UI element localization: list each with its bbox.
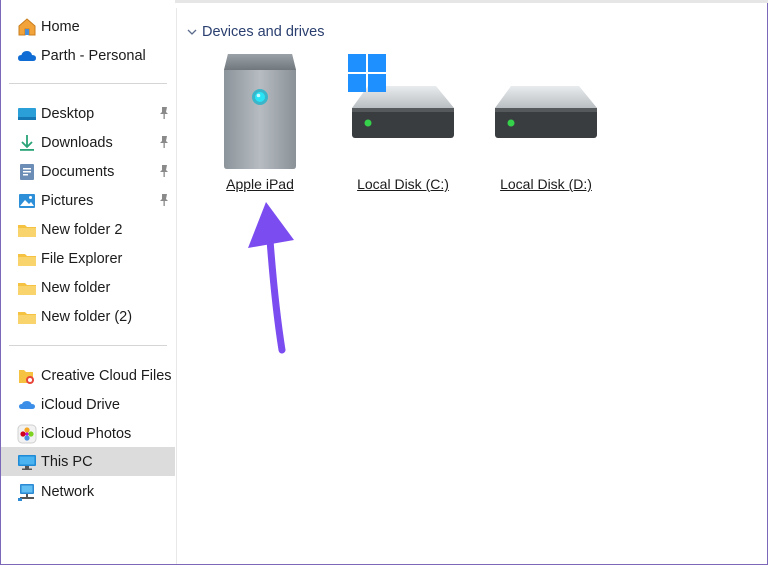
sidebar-item-label: Downloads bbox=[41, 134, 113, 151]
drive-local-disk-d[interactable]: Local Disk (D:) bbox=[481, 48, 611, 198]
title-strip bbox=[140, 0, 768, 3]
drive-apple-ipad[interactable]: Apple iPad bbox=[195, 48, 325, 198]
hard-drive-icon bbox=[495, 86, 597, 138]
sidebar-item-label: New folder 2 bbox=[41, 221, 123, 238]
sidebar-item-label: Parth - Personal bbox=[41, 47, 146, 64]
chevron-down-icon bbox=[187, 29, 197, 35]
sidebar-item-file-explorer[interactable]: File Explorer bbox=[1, 244, 175, 273]
pin-icon[interactable] bbox=[157, 193, 171, 207]
sidebar-item-icloud-photos[interactable]: iCloud Photos bbox=[1, 419, 175, 448]
sidebar-item-label: File Explorer bbox=[41, 250, 123, 267]
sidebar-item-label: iCloud Photos bbox=[41, 425, 132, 442]
home-icon bbox=[17, 17, 37, 37]
sidebar-divider bbox=[9, 83, 167, 84]
folder-icon bbox=[17, 307, 37, 327]
icloud-photos-icon bbox=[17, 424, 37, 444]
sidebar-item-new-folder-2[interactable]: New folder 2 bbox=[1, 215, 175, 244]
sidebar-item-icloud-drive[interactable]: iCloud Drive bbox=[1, 390, 175, 419]
drive-local-disk-c[interactable]: Local Disk (C:) bbox=[338, 48, 468, 198]
sidebar-item-label: Network bbox=[41, 483, 95, 500]
sidebar-item-new-folder-paren-2[interactable]: New folder (2) bbox=[1, 302, 175, 331]
sidebar-item-creative-cloud-files[interactable]: Creative Cloud Files bbox=[1, 361, 175, 390]
sidebar-item-label: iCloud Drive bbox=[41, 396, 120, 413]
pane-divider[interactable] bbox=[176, 8, 177, 564]
folder-icon bbox=[17, 220, 37, 240]
pictures-icon bbox=[17, 191, 37, 211]
sidebar-item-new-folder[interactable]: New folder bbox=[1, 273, 175, 302]
windows-logo-icon bbox=[348, 54, 386, 92]
this-pc-icon bbox=[17, 452, 37, 472]
group-header-label: Devices and drives bbox=[202, 24, 325, 40]
sidebar-item-label: Creative Cloud Files bbox=[41, 367, 172, 384]
sidebar-divider bbox=[9, 345, 167, 346]
folder-icon bbox=[17, 278, 37, 298]
folder-icon bbox=[17, 249, 37, 269]
sidebar-item-desktop[interactable]: Desktop bbox=[1, 99, 175, 128]
sidebar-item-label: This PC bbox=[41, 453, 93, 470]
pin-icon[interactable] bbox=[157, 106, 171, 120]
sidebar-item-label: Home bbox=[41, 18, 80, 35]
sidebar-item-label: Desktop bbox=[41, 105, 95, 122]
sidebar-item-label: New folder bbox=[41, 279, 111, 296]
group-header-devices[interactable]: Devices and drives bbox=[186, 24, 325, 40]
download-icon bbox=[17, 133, 37, 153]
pin-icon[interactable] bbox=[157, 135, 171, 149]
pin-icon[interactable] bbox=[157, 164, 171, 178]
sidebar-item-label: Documents bbox=[41, 163, 115, 180]
apple-ipad-device-icon bbox=[224, 54, 296, 169]
sidebar-item-home[interactable]: Home bbox=[1, 12, 175, 41]
sidebar-item-network[interactable]: Network bbox=[1, 477, 175, 506]
sidebar-item-label: New folder (2) bbox=[41, 308, 133, 325]
drive-label: Local Disk (C:) bbox=[357, 176, 449, 192]
navigation-pane: Home Parth - Personal Desktop Downloads … bbox=[1, 0, 175, 564]
annotation-arrow-icon bbox=[248, 202, 294, 354]
drive-label: Apple iPad bbox=[226, 176, 294, 192]
sidebar-item-downloads[interactable]: Downloads bbox=[1, 128, 175, 157]
windows-drive-icon bbox=[348, 54, 454, 138]
sidebar-item-this-pc[interactable]: This PC bbox=[1, 447, 175, 476]
creative-cloud-icon bbox=[17, 366, 37, 386]
sidebar-item-documents[interactable]: Documents bbox=[1, 157, 175, 186]
documents-icon bbox=[17, 162, 37, 182]
desktop-icon bbox=[17, 104, 37, 124]
sidebar-item-onedrive[interactable]: Parth - Personal bbox=[1, 41, 175, 70]
sidebar-item-label: Pictures bbox=[41, 192, 94, 209]
onedrive-cloud-icon bbox=[17, 46, 37, 66]
sidebar-item-pictures[interactable]: Pictures bbox=[1, 186, 175, 215]
drive-label: Local Disk (D:) bbox=[500, 176, 592, 192]
icloud-drive-icon bbox=[17, 395, 37, 415]
network-icon bbox=[17, 482, 37, 502]
